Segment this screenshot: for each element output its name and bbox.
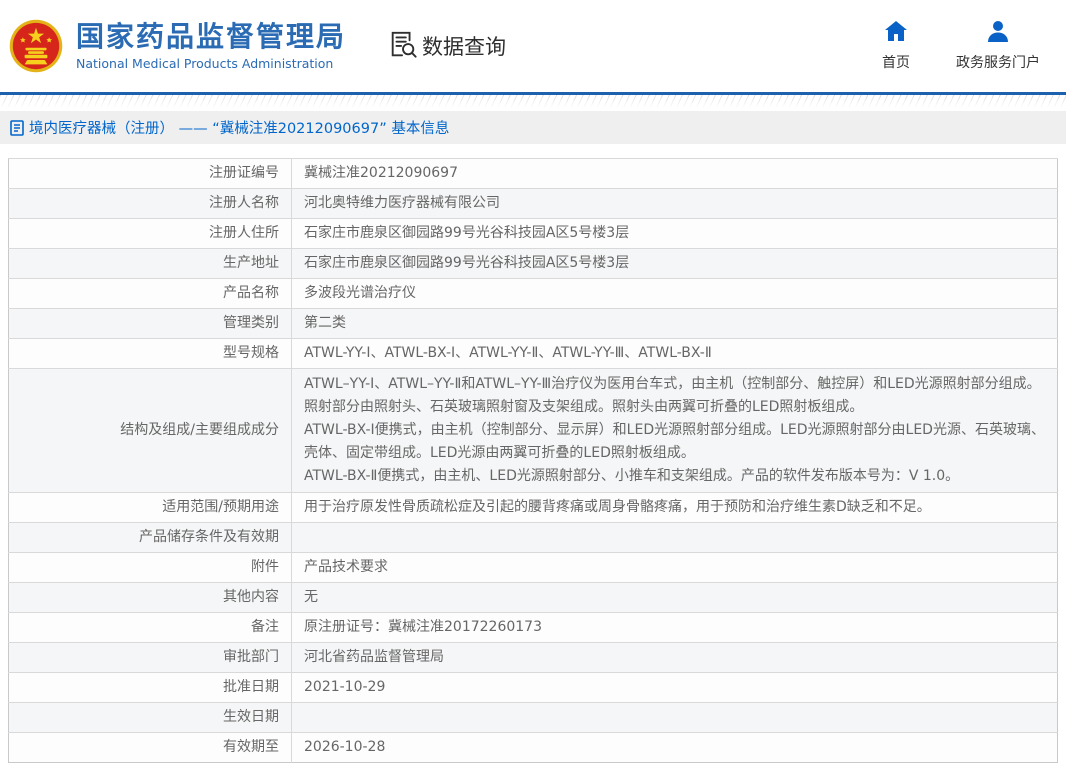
row-label: 附件 bbox=[8, 552, 292, 583]
table-row-effective-date: 生效日期 bbox=[8, 702, 1058, 733]
row-label: 产品储存条件及有效期 bbox=[8, 522, 292, 553]
breadcrumb: 境内医疗器械（注册） —— “冀械注准20212090697” 基本信息 bbox=[0, 111, 1066, 144]
structure-paragraph: ATWL–YY-Ⅰ、ATWL–YY-Ⅱ和ATWL–YY-Ⅲ治疗仪为医用台车式，由… bbox=[304, 376, 1041, 415]
table-row-reg-cert-no: 注册证编号 冀械注准20212090697 bbox=[8, 158, 1058, 189]
row-label: 适用范围/预期用途 bbox=[8, 492, 292, 523]
home-icon bbox=[884, 20, 908, 46]
row-value: 河北省药品监督管理局 bbox=[291, 642, 1058, 673]
row-label: 产品名称 bbox=[8, 278, 292, 309]
table-row-valid-until: 有效期至 2026-10-28 bbox=[8, 732, 1058, 763]
page-header: 国家药品监督管理局 National Medical Products Admi… bbox=[0, 0, 1066, 92]
site-title: 国家药品监督管理局 bbox=[76, 20, 347, 54]
table-row-remarks: 备注 原注册证号：冀械注准20172260173 bbox=[8, 612, 1058, 643]
nav-gov-portal[interactable]: 政务服务门户 bbox=[956, 20, 1040, 72]
table-row-other-content: 其他内容 无 bbox=[8, 582, 1058, 613]
row-value: 2021-10-29 bbox=[291, 672, 1058, 703]
row-label: 管理类别 bbox=[8, 308, 292, 339]
row-value: 产品技术要求 bbox=[291, 552, 1058, 583]
row-label: 批准日期 bbox=[8, 672, 292, 703]
table-row-management-class: 管理类别 第二类 bbox=[8, 308, 1058, 339]
table-row-approval-department: 审批部门 河北省药品监督管理局 bbox=[8, 642, 1058, 673]
header-nav: 首页 政务服务门户 bbox=[874, 20, 1040, 72]
row-label: 注册人住所 bbox=[8, 218, 292, 249]
structure-paragraph: ATWL-BX-Ⅱ便携式，由主机、LED光源照射部分、小推车和支架组成。产品的软… bbox=[304, 468, 960, 484]
row-label: 生效日期 bbox=[8, 702, 292, 733]
row-value bbox=[291, 702, 1058, 733]
nav-gov-portal-label: 政务服务门户 bbox=[956, 55, 1040, 71]
row-value: 2026-10-28 bbox=[291, 732, 1058, 763]
data-query-label: 数据查询 bbox=[422, 35, 507, 59]
hatch-strip bbox=[0, 95, 1066, 109]
row-value: 用于治疗原发性骨质疏松症及引起的腰背疼痛或周身骨骼疼痛，用于预防和治疗维生素D缺… bbox=[291, 492, 1058, 523]
row-label: 审批部门 bbox=[8, 642, 292, 673]
nav-home[interactable]: 首页 bbox=[874, 20, 918, 72]
row-value: 冀械注准20212090697 bbox=[291, 158, 1058, 189]
row-value: 石家庄市鹿泉区御园路99号光谷科技园A区5号楼3层 bbox=[291, 248, 1058, 279]
row-label: 结构及组成/主要组成成分 bbox=[8, 368, 292, 493]
row-value: 第二类 bbox=[291, 308, 1058, 339]
nmpa-logo[interactable]: 国家药品监督管理局 National Medical Products Admi… bbox=[8, 18, 346, 74]
table-row-attachment: 附件 产品技术要求 bbox=[8, 552, 1058, 583]
row-label: 型号规格 bbox=[8, 338, 292, 369]
user-icon bbox=[986, 20, 1010, 46]
table-row-product-name: 产品名称 多波段光谱治疗仪 bbox=[8, 278, 1058, 309]
site-subtitle: National Medical Products Administration bbox=[76, 55, 334, 71]
row-label: 有效期至 bbox=[8, 732, 292, 763]
row-label: 生产地址 bbox=[8, 248, 292, 279]
row-value: 无 bbox=[291, 582, 1058, 613]
table-row-model-spec: 型号规格 ATWL-YY-Ⅰ、ATWL-BX-Ⅰ、ATWL-YY-Ⅱ、ATWL-… bbox=[8, 338, 1058, 369]
china-national-emblem-icon bbox=[8, 18, 64, 74]
table-row-structure-composition: 结构及组成/主要组成成分 ATWL–YY-Ⅰ、ATWL–YY-Ⅱ和ATWL–YY… bbox=[8, 368, 1058, 493]
row-label: 备注 bbox=[8, 612, 292, 643]
row-value bbox=[291, 522, 1058, 553]
table-row-approval-date: 批准日期 2021-10-29 bbox=[8, 672, 1058, 703]
row-value: 原注册证号：冀械注准20172260173 bbox=[291, 612, 1058, 643]
table-row-intended-use: 适用范围/预期用途 用于治疗原发性骨质疏松症及引起的腰背疼痛或周身骨骼疼痛，用于… bbox=[8, 492, 1058, 523]
row-label: 注册人名称 bbox=[8, 188, 292, 219]
breadcrumb-text: 境内医疗器械（注册） —— “冀械注准20212090697” 基本信息 bbox=[29, 121, 450, 137]
row-label: 注册证编号 bbox=[8, 158, 292, 189]
document-icon bbox=[10, 119, 24, 136]
row-value: ATWL–YY-Ⅰ、ATWL–YY-Ⅱ和ATWL–YY-Ⅲ治疗仪为医用台车式，由… bbox=[291, 368, 1058, 493]
table-row-storage-conditions: 产品储存条件及有效期 bbox=[8, 522, 1058, 553]
registration-info-table: 注册证编号 冀械注准20212090697 注册人名称 河北奥特维力医疗器械有限… bbox=[8, 158, 1058, 763]
row-value: 石家庄市鹿泉区御园路99号光谷科技园A区5号楼3层 bbox=[291, 218, 1058, 249]
table-row-registrant-address: 注册人住所 石家庄市鹿泉区御园路99号光谷科技园A区5号楼3层 bbox=[8, 218, 1058, 249]
row-value: ATWL-YY-Ⅰ、ATWL-BX-Ⅰ、ATWL-YY-Ⅱ、ATWL-YY-Ⅲ、… bbox=[291, 338, 1058, 369]
document-search-icon bbox=[388, 29, 418, 63]
row-value: 多波段光谱治疗仪 bbox=[291, 278, 1058, 309]
row-value: 河北奥特维力医疗器械有限公司 bbox=[291, 188, 1058, 219]
row-label: 其他内容 bbox=[8, 582, 292, 613]
structure-paragraph: ATWL-BX-Ⅰ便携式，由主机（控制部分、显示屏）和LED光源照射部分组成。L… bbox=[304, 422, 1045, 461]
table-row-registrant-name: 注册人名称 河北奥特维力医疗器械有限公司 bbox=[8, 188, 1058, 219]
table-row-production-address: 生产地址 石家庄市鹿泉区御园路99号光谷科技园A区5号楼3层 bbox=[8, 248, 1058, 279]
data-query-link[interactable]: 数据查询 bbox=[388, 29, 506, 63]
nav-home-label: 首页 bbox=[882, 55, 910, 71]
